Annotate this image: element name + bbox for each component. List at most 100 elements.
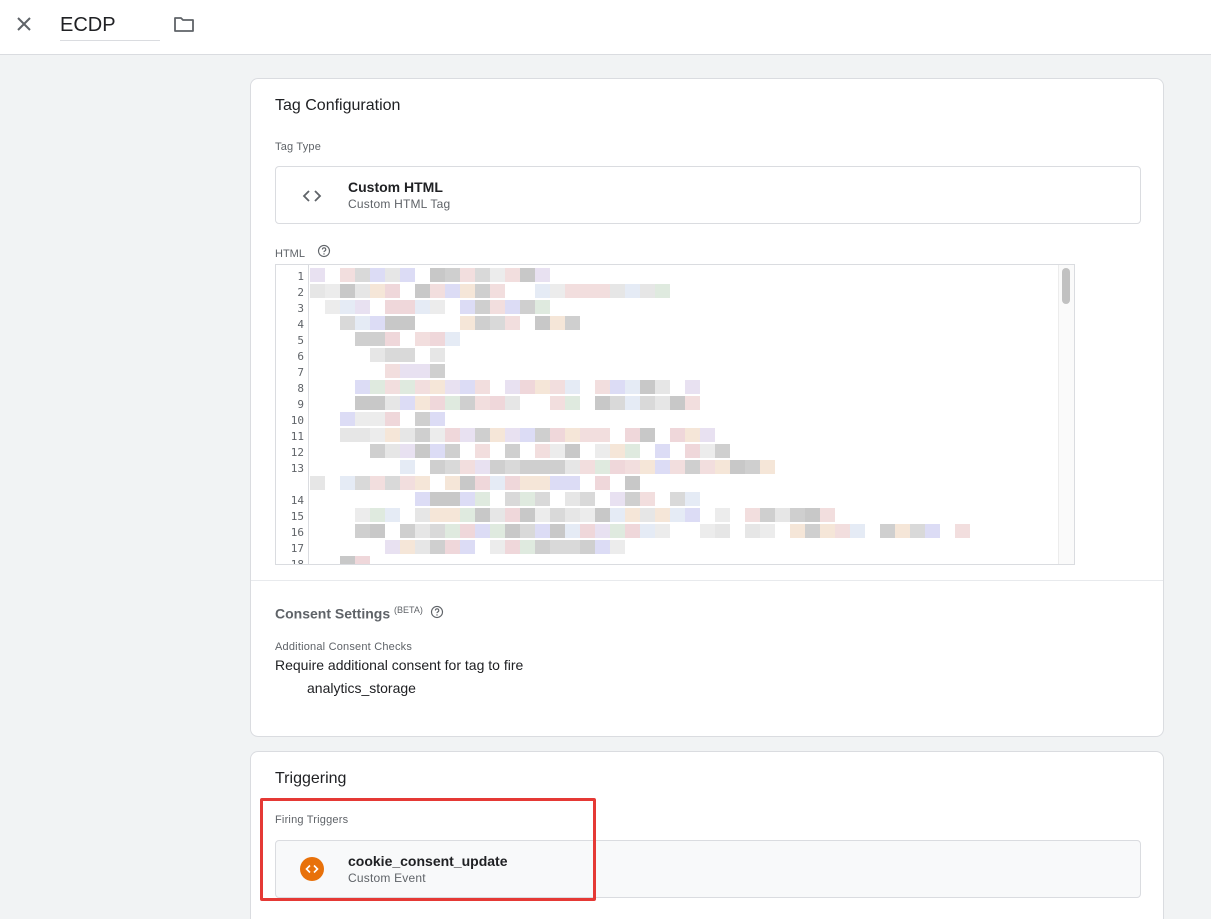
redacted-code-block	[700, 444, 715, 458]
redacted-code-block	[430, 460, 445, 474]
redacted-code-block	[415, 492, 430, 506]
redacted-code-block	[610, 380, 625, 394]
redacted-code-block	[820, 508, 835, 522]
redacted-code-block	[760, 508, 775, 522]
editor-scroll-thumb[interactable]	[1062, 268, 1070, 304]
redacted-code-block	[535, 460, 550, 474]
redacted-code-block	[520, 300, 535, 314]
redacted-code-block	[670, 492, 685, 506]
redacted-code-block	[385, 364, 400, 378]
redacted-code-block	[490, 508, 505, 522]
redacted-code-block	[370, 332, 385, 346]
help-icon[interactable]	[317, 244, 331, 258]
redacted-code-block	[520, 540, 535, 554]
redacted-code-block	[640, 460, 655, 474]
tag-type-selector[interactable]: Custom HTML Custom HTML Tag	[275, 166, 1141, 224]
redacted-code-block	[415, 476, 430, 490]
redacted-code-block	[490, 268, 505, 282]
firing-trigger-item[interactable]: cookie_consent_update Custom Event	[275, 840, 1141, 898]
redacted-code-block	[340, 284, 355, 298]
redacted-code-block	[790, 508, 805, 522]
redacted-code-block	[400, 524, 415, 538]
folder-icon[interactable]	[172, 12, 196, 36]
redacted-code-block	[460, 428, 475, 442]
redacted-code-block	[415, 508, 430, 522]
redacted-code-block	[430, 428, 445, 442]
redacted-code-block	[670, 508, 685, 522]
redacted-code-block	[535, 284, 550, 298]
redacted-code-block	[760, 524, 775, 538]
redacted-code-block	[745, 524, 760, 538]
help-icon[interactable]	[430, 605, 444, 619]
line-number: 5	[297, 334, 304, 347]
redacted-code-block	[400, 300, 415, 314]
top-bar	[0, 0, 1211, 55]
redacted-code-block	[430, 268, 445, 282]
html-code-editor[interactable]: 1 2 3 4 5 6 7 8 9 10 11 12 13 14 15 16 17 18	[275, 264, 1075, 565]
redacted-code-block	[520, 460, 535, 474]
redacted-code-block	[460, 396, 475, 410]
redacted-code-block	[685, 380, 700, 394]
redacted-code-block	[685, 444, 700, 458]
close-icon[interactable]	[12, 12, 36, 36]
redacted-code-block	[475, 492, 490, 506]
redacted-code-block	[430, 348, 445, 362]
editor-scrollbar[interactable]	[1058, 265, 1074, 564]
redacted-code-block	[745, 508, 760, 522]
redacted-code-block	[655, 284, 670, 298]
redacted-code-block	[670, 396, 685, 410]
tag-name-input[interactable]	[60, 10, 160, 41]
consent-type-value: analytics_storage	[307, 680, 416, 696]
redacted-code-block	[475, 508, 490, 522]
redacted-code-block	[340, 300, 355, 314]
redacted-code-block	[385, 444, 400, 458]
redacted-code-block	[670, 460, 685, 474]
redacted-code-block	[370, 396, 385, 410]
redacted-code-block	[385, 332, 400, 346]
redacted-code-block	[355, 268, 370, 282]
redacted-code-block	[805, 524, 820, 538]
redacted-code-block	[490, 396, 505, 410]
redacted-code-block	[385, 428, 400, 442]
redacted-code-block	[550, 316, 565, 330]
redacted-code-block	[475, 284, 490, 298]
redacted-code-block	[445, 476, 460, 490]
tag-configuration-title: Tag Configuration	[275, 97, 401, 114]
redacted-code-block	[505, 524, 520, 538]
redacted-code-block	[355, 428, 370, 442]
redacted-code-block	[655, 524, 670, 538]
redacted-code-block	[445, 444, 460, 458]
redacted-code-block	[565, 316, 580, 330]
code-content-redacted[interactable]	[310, 265, 1058, 564]
redacted-code-block	[565, 444, 580, 458]
redacted-code-block	[610, 540, 625, 554]
redacted-code-block	[925, 524, 940, 538]
redacted-code-block	[460, 460, 475, 474]
line-number: 11	[290, 430, 304, 443]
redacted-code-block	[595, 460, 610, 474]
redacted-code-block	[340, 476, 355, 490]
redacted-code-block	[475, 460, 490, 474]
redacted-code-block	[625, 492, 640, 506]
redacted-code-block	[565, 524, 580, 538]
redacted-code-block	[490, 524, 505, 538]
redacted-code-block	[415, 428, 430, 442]
redacted-code-block	[640, 428, 655, 442]
redacted-code-block	[370, 412, 385, 426]
redacted-code-block	[520, 380, 535, 394]
redacted-code-block	[370, 444, 385, 458]
redacted-code-block	[580, 524, 595, 538]
line-number: 18	[290, 558, 304, 565]
redacted-code-block	[625, 284, 640, 298]
redacted-code-block	[355, 396, 370, 410]
redacted-code-block	[445, 524, 460, 538]
redacted-code-block	[385, 300, 400, 314]
redacted-code-block	[385, 508, 400, 522]
redacted-code-block	[430, 524, 445, 538]
redacted-code-block	[655, 508, 670, 522]
redacted-code-block	[760, 460, 775, 474]
redacted-code-block	[595, 428, 610, 442]
redacted-code-block	[340, 428, 355, 442]
redacted-code-block	[610, 444, 625, 458]
redacted-code-block	[640, 284, 655, 298]
